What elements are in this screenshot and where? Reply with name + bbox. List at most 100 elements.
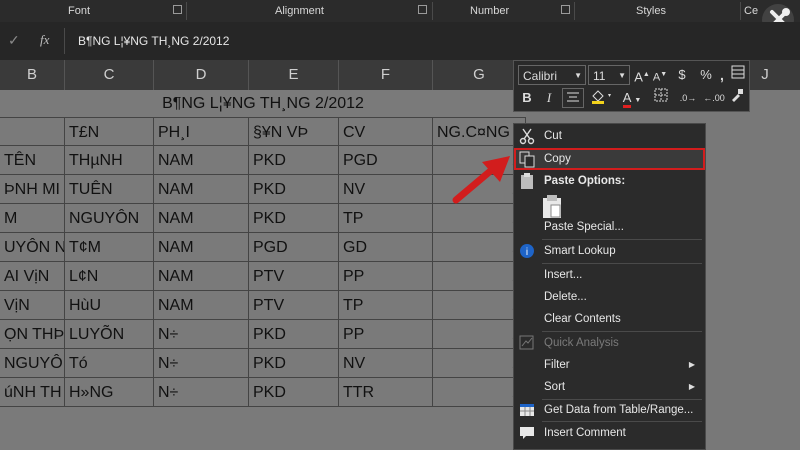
formula-input[interactable]: B¶NG L¦¥NG TH¸NG 2/2012 [78, 34, 229, 48]
format-painter-button[interactable] [728, 88, 746, 108]
menu-item-filter[interactable]: Filter ▶ [514, 354, 705, 376]
table-header-cell[interactable]: PH¸I [154, 117, 249, 146]
table-cell[interactable]: NAM [154, 175, 249, 204]
menu-item-get-data[interactable]: Get Data from Table/Range... [514, 399, 705, 421]
divider [64, 28, 65, 54]
table-cell[interactable]: N÷ [154, 320, 249, 349]
table-cell[interactable]: NAM [154, 291, 249, 320]
menu-item-insert[interactable]: Insert... [514, 264, 705, 286]
table-cell[interactable]: NGUYÔN [65, 204, 154, 233]
sheet-title-cell[interactable]: B¶NG L¦¥NG TH¸NG 2/2012 [0, 90, 526, 117]
divider [740, 2, 741, 20]
table-cell[interactable]: NAM [154, 146, 249, 175]
menu-item-paste-special[interactable]: Paste Special... [514, 216, 705, 238]
table-cell[interactable]: NAM [154, 262, 249, 291]
font-size-select[interactable]: 11 ▼ [588, 65, 630, 85]
table-cell[interactable]: TÊN [0, 146, 65, 175]
table-header-cell[interactable]: §¥N VÞ [249, 117, 339, 146]
table-cell[interactable]: TP [339, 291, 433, 320]
font-color-button[interactable]: A ▼ [618, 88, 646, 108]
table-cell[interactable]: HùU [65, 291, 154, 320]
table-cell[interactable]: UYÔN N [0, 233, 65, 262]
chevron-down-icon: ▼ [618, 71, 626, 80]
menu-item-smart-lookup[interactable]: i Smart Lookup [514, 240, 705, 262]
table-cell[interactable]: NAM [154, 233, 249, 262]
menu-item-cut[interactable]: Cut [514, 125, 705, 147]
menu-item-sort[interactable]: Sort ▶ [514, 376, 705, 398]
menu-item-delete[interactable]: Delete... [514, 286, 705, 308]
column-header-d[interactable]: D [154, 60, 249, 90]
currency-format-icon[interactable]: $ [671, 65, 693, 85]
grow-font-icon[interactable]: A▲ [634, 65, 650, 85]
percent-style-icon[interactable]: % [698, 65, 714, 85]
table-cell[interactable]: PGD [339, 146, 433, 175]
format-painter-icon[interactable] [730, 65, 746, 85]
bold-button[interactable]: B [518, 88, 536, 108]
align-center-button[interactable] [562, 88, 584, 108]
submenu-arrow-icon: ▶ [688, 382, 695, 391]
table-cell[interactable]: PTV [249, 291, 339, 320]
table-cell[interactable]: PTV [249, 262, 339, 291]
table-cell[interactable]: PP [339, 320, 433, 349]
table-cell[interactable]: úNH TH [0, 378, 65, 407]
font-dialog-launcher-icon[interactable] [173, 5, 182, 14]
enter-check-icon[interactable]: ✓ [8, 32, 20, 49]
table-cell[interactable]: PKD [249, 320, 339, 349]
table-cell[interactable]: NGUYÔ [0, 349, 65, 378]
table-cell[interactable]: M [0, 204, 65, 233]
table-cell[interactable]: PGD [249, 233, 339, 262]
table-cell[interactable]: ỌN THÞ [0, 320, 65, 349]
alignment-dialog-launcher-icon[interactable] [418, 5, 427, 14]
decrease-decimal-icon[interactable]: ←.00 [702, 88, 726, 108]
table-header-cell[interactable]: CV [339, 117, 433, 146]
ribbon-group-font: Font [68, 5, 91, 17]
table-cell[interactable]: PKD [249, 146, 339, 175]
table-header-cell[interactable]: T£N [65, 117, 154, 146]
table-cell[interactable]: AI VịN [0, 262, 65, 291]
table-cell[interactable]: PKD [249, 378, 339, 407]
table-cell[interactable]: N÷ [154, 378, 249, 407]
submenu-arrow-icon: ▶ [688, 360, 695, 369]
menu-item-copy[interactable]: Copy [514, 148, 705, 170]
table-cell[interactable]: N÷ [154, 349, 249, 378]
table-cell[interactable]: VịN [0, 291, 65, 320]
table-cell[interactable]: ÞNH MI [0, 175, 65, 204]
table-cell[interactable]: TUÊN [65, 175, 154, 204]
font-name-select[interactable]: Calibri ▼ [518, 65, 586, 85]
table-cell[interactable]: PKD [249, 175, 339, 204]
menu-item-clear-contents[interactable]: Clear Contents [514, 308, 705, 330]
table-cell[interactable]: TP [339, 204, 433, 233]
increase-decimal-icon[interactable]: .0→ [676, 88, 700, 108]
table-cell[interactable]: THµNH [65, 146, 154, 175]
table-cell[interactable]: L¢N [65, 262, 154, 291]
number-dialog-launcher-icon[interactable] [561, 5, 570, 14]
table-cell[interactable]: PKD [249, 204, 339, 233]
menu-item-label: Paste Options: [544, 175, 626, 187]
table-cell[interactable]: NV [339, 349, 433, 378]
table-cell[interactable]: LUYÕN [65, 320, 154, 349]
column-header-j[interactable]: J [750, 60, 780, 90]
borders-button[interactable] [650, 88, 672, 108]
table-cell[interactable]: T¢M [65, 233, 154, 262]
table-header-cell[interactable] [0, 117, 65, 146]
column-header-c[interactable]: C [65, 60, 154, 90]
fill-color-button[interactable] [588, 88, 616, 108]
shrink-font-icon[interactable]: A▼ [652, 65, 668, 85]
table-cell[interactable]: GD [339, 233, 433, 262]
table-cell[interactable]: H»NG [65, 378, 154, 407]
menu-item-label: Get Data from Table/Range... [544, 404, 694, 416]
menu-item-insert-comment[interactable]: Insert Comment [514, 422, 705, 444]
comma-style-icon[interactable]: , [716, 65, 728, 85]
table-cell[interactable]: PP [339, 262, 433, 291]
table-cell[interactable]: NV [339, 175, 433, 204]
table-cell[interactable]: NAM [154, 204, 249, 233]
column-header-e[interactable]: E [249, 60, 339, 90]
insert-function-icon[interactable]: fx [40, 32, 49, 48]
column-header-b[interactable]: B [0, 60, 65, 90]
table-cell[interactable]: PKD [249, 349, 339, 378]
column-header-f[interactable]: F [339, 60, 433, 90]
align-center-icon [567, 92, 579, 102]
table-cell[interactable]: Tó [65, 349, 154, 378]
table-cell[interactable]: TTR [339, 378, 433, 407]
italic-button[interactable]: I [540, 88, 558, 108]
